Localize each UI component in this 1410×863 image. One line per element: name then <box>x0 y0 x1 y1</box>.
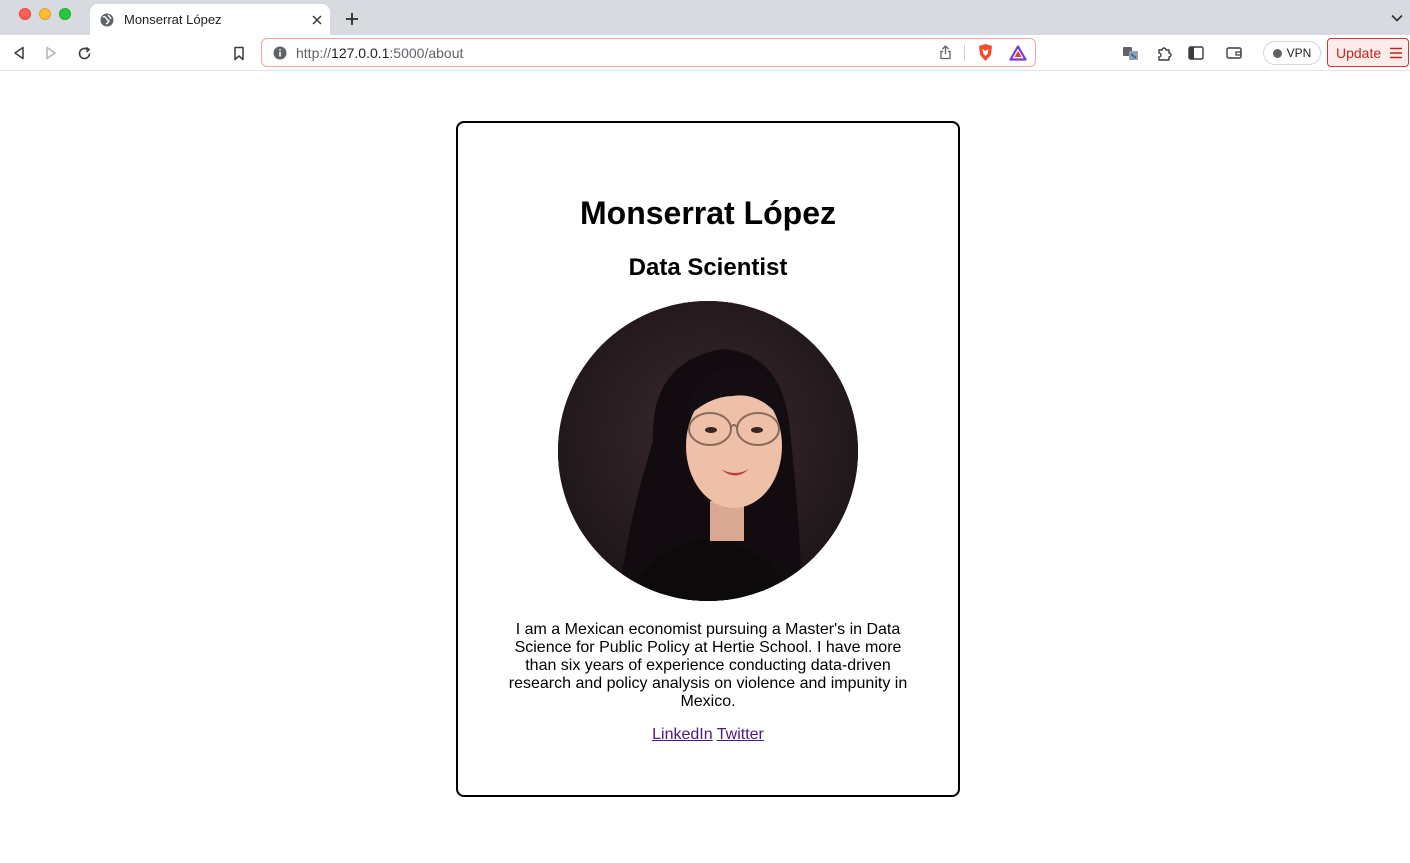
maximize-window-button[interactable] <box>59 8 71 20</box>
bookmark-icon[interactable] <box>229 43 249 63</box>
url-text[interactable]: http://127.0.0.1:5000/about <box>296 45 939 61</box>
back-icon[interactable] <box>9 43 29 63</box>
globe-icon <box>99 12 115 28</box>
close-window-button[interactable] <box>19 8 31 20</box>
sidebar-icon[interactable] <box>1186 43 1206 63</box>
profile-bio: I am a Mexican economist pursuing a Mast… <box>508 621 908 710</box>
brave-shields-icon[interactable] <box>977 43 994 62</box>
vpn-label: VPN <box>1286 46 1312 60</box>
tab-strip: Monserrat López <box>0 0 1410 35</box>
profile-role: Data Scientist <box>628 254 788 281</box>
translate-icon[interactable] <box>1121 43 1141 63</box>
chevron-down-icon[interactable] <box>1390 11 1404 25</box>
update-label: Update <box>1336 44 1382 61</box>
hamburger-menu-icon <box>1389 47 1403 59</box>
minimize-window-button[interactable] <box>39 8 51 20</box>
brave-rewards-icon[interactable] <box>1009 44 1027 61</box>
twitter-link[interactable]: Twitter <box>717 726 764 743</box>
profile-name: Monserrat López <box>579 195 837 231</box>
update-button[interactable]: Update <box>1327 38 1409 67</box>
extensions-icon[interactable] <box>1154 43 1174 63</box>
site-info-icon[interactable] <box>273 46 287 60</box>
profile-card: Monserrat López Data Scientist I am a Me… <box>456 121 960 797</box>
linkedin-link[interactable]: LinkedIn <box>652 726 713 743</box>
divider <box>964 44 965 61</box>
vpn-button[interactable]: VPN <box>1263 41 1321 65</box>
social-links: LinkedIn Twitter <box>458 726 958 744</box>
share-icon[interactable] <box>939 45 952 60</box>
browser-toolbar: http://127.0.0.1:5000/about VPN Update <box>0 35 1410 71</box>
vpn-status-icon <box>1272 48 1282 58</box>
reload-icon[interactable] <box>74 43 94 63</box>
new-tab-icon[interactable] <box>343 10 361 28</box>
url-scheme: http:// <box>296 44 332 61</box>
browser-tab[interactable]: Monserrat López <box>90 4 330 35</box>
tab-title: Monserrat López <box>124 12 222 27</box>
url-path: :5000/about <box>389 44 464 61</box>
wallet-icon[interactable] <box>1224 43 1244 63</box>
forward-icon[interactable] <box>41 43 61 63</box>
url-host: 127.0.0.1 <box>331 44 390 61</box>
close-tab-icon[interactable] <box>309 12 325 28</box>
profile-photo <box>558 301 858 601</box>
address-bar[interactable]: http://127.0.0.1:5000/about <box>261 38 1036 67</box>
